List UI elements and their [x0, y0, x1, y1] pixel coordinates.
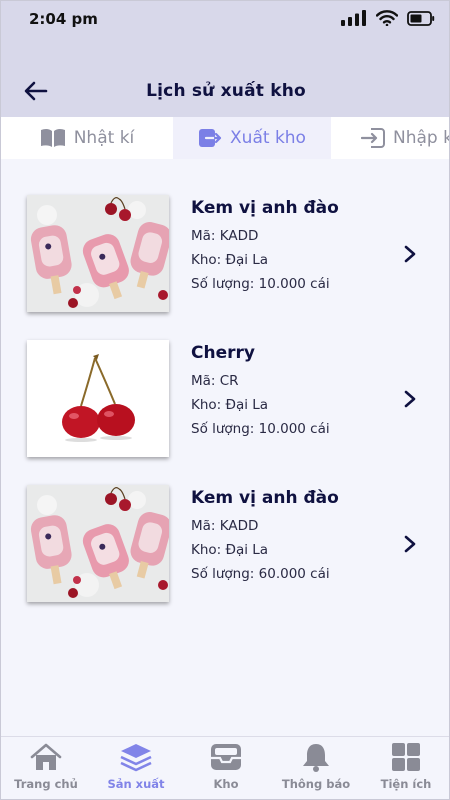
status-icons: [341, 10, 435, 26]
nav-label: Trang chủ: [14, 777, 78, 791]
cherry-ice-cream-image: [27, 195, 169, 312]
layers-icon: [119, 742, 153, 772]
tab-label: Xuất kho: [230, 128, 306, 148]
status-time: 2:04 pm: [29, 10, 98, 28]
item-code: Mã: KADD: [191, 228, 259, 244]
item-quantity: Số lượng: 60.000 cái: [191, 566, 330, 582]
nav-item-tien-ich[interactable]: Tiện ích: [361, 737, 449, 799]
book-icon: [40, 128, 65, 147]
item-name: Cherry: [191, 343, 255, 363]
wifi-icon: [376, 10, 398, 26]
grid-icon: [389, 742, 423, 772]
app-screen: 2:04 pm Lịch sử xuất kho Nhật kí Xuất kh…: [0, 0, 450, 800]
item-code: Mã: KADD: [191, 518, 259, 534]
bell-icon: [299, 742, 333, 772]
tab-bar: Nhật kí Xuất kho Nhập kho: [1, 117, 449, 159]
inbox-icon: [209, 742, 243, 772]
page-title: Lịch sử xuất kho: [146, 81, 306, 101]
battery-icon: [407, 10, 435, 26]
cherry-ice-cream-image: [27, 485, 169, 602]
tab-nhap-kho[interactable]: Nhập kho: [331, 117, 449, 159]
header: Lịch sử xuất kho: [1, 37, 449, 117]
export-icon: [199, 129, 222, 147]
bottom-nav: Trang chủ Sản xuất Kho Thông báo Tiện íc…: [1, 736, 449, 799]
nav-item-san-xuat[interactable]: Sản xuất: [91, 737, 181, 799]
item-quantity: Số lượng: 10.000 cái: [191, 421, 330, 437]
list-item[interactable]: Kem vị anh đào Mã: KADD Kho: Đại La Số l…: [1, 485, 449, 615]
item-warehouse: Kho: Đại La: [191, 542, 269, 558]
chevron-right-icon[interactable]: [403, 245, 417, 263]
nav-item-thong-bao[interactable]: Thông báo: [271, 737, 361, 799]
tab-label: Nhật kí: [73, 128, 135, 148]
nav-label: Tiện ích: [380, 777, 432, 791]
nav-label: Sản xuất: [107, 777, 165, 791]
signal-icon: [341, 10, 366, 26]
nav-label: Thông báo: [281, 777, 351, 791]
status-bar: 2:04 pm: [1, 1, 449, 37]
item-name: Kem vị anh đào: [191, 198, 339, 218]
tab-nhat-ki[interactable]: Nhật kí: [1, 117, 173, 159]
item-quantity: Số lượng: 10.000 cái: [191, 276, 330, 292]
list-item[interactable]: Cherry Mã: CR Kho: Đại La Số lượng: 10.0…: [1, 340, 449, 470]
item-warehouse: Kho: Đại La: [191, 397, 269, 413]
item-warehouse: Kho: Đại La: [191, 252, 269, 268]
list-item[interactable]: Kem vị anh đào Mã: KADD Kho: Đại La Số l…: [1, 195, 449, 325]
cherry-image: [27, 340, 169, 457]
item-name: Kem vị anh đào: [191, 488, 339, 508]
tab-label: Nhập kho: [393, 128, 449, 148]
nav-item-home[interactable]: Trang chủ: [1, 737, 91, 799]
chevron-right-icon[interactable]: [403, 390, 417, 408]
chevron-right-icon[interactable]: [403, 535, 417, 553]
home-icon: [29, 742, 63, 772]
tab-xuat-kho[interactable]: Xuất kho: [173, 117, 331, 159]
nav-label: Kho: [213, 777, 239, 791]
item-code: Mã: CR: [191, 373, 239, 389]
import-icon: [361, 128, 385, 148]
nav-item-kho[interactable]: Kho: [181, 737, 271, 799]
